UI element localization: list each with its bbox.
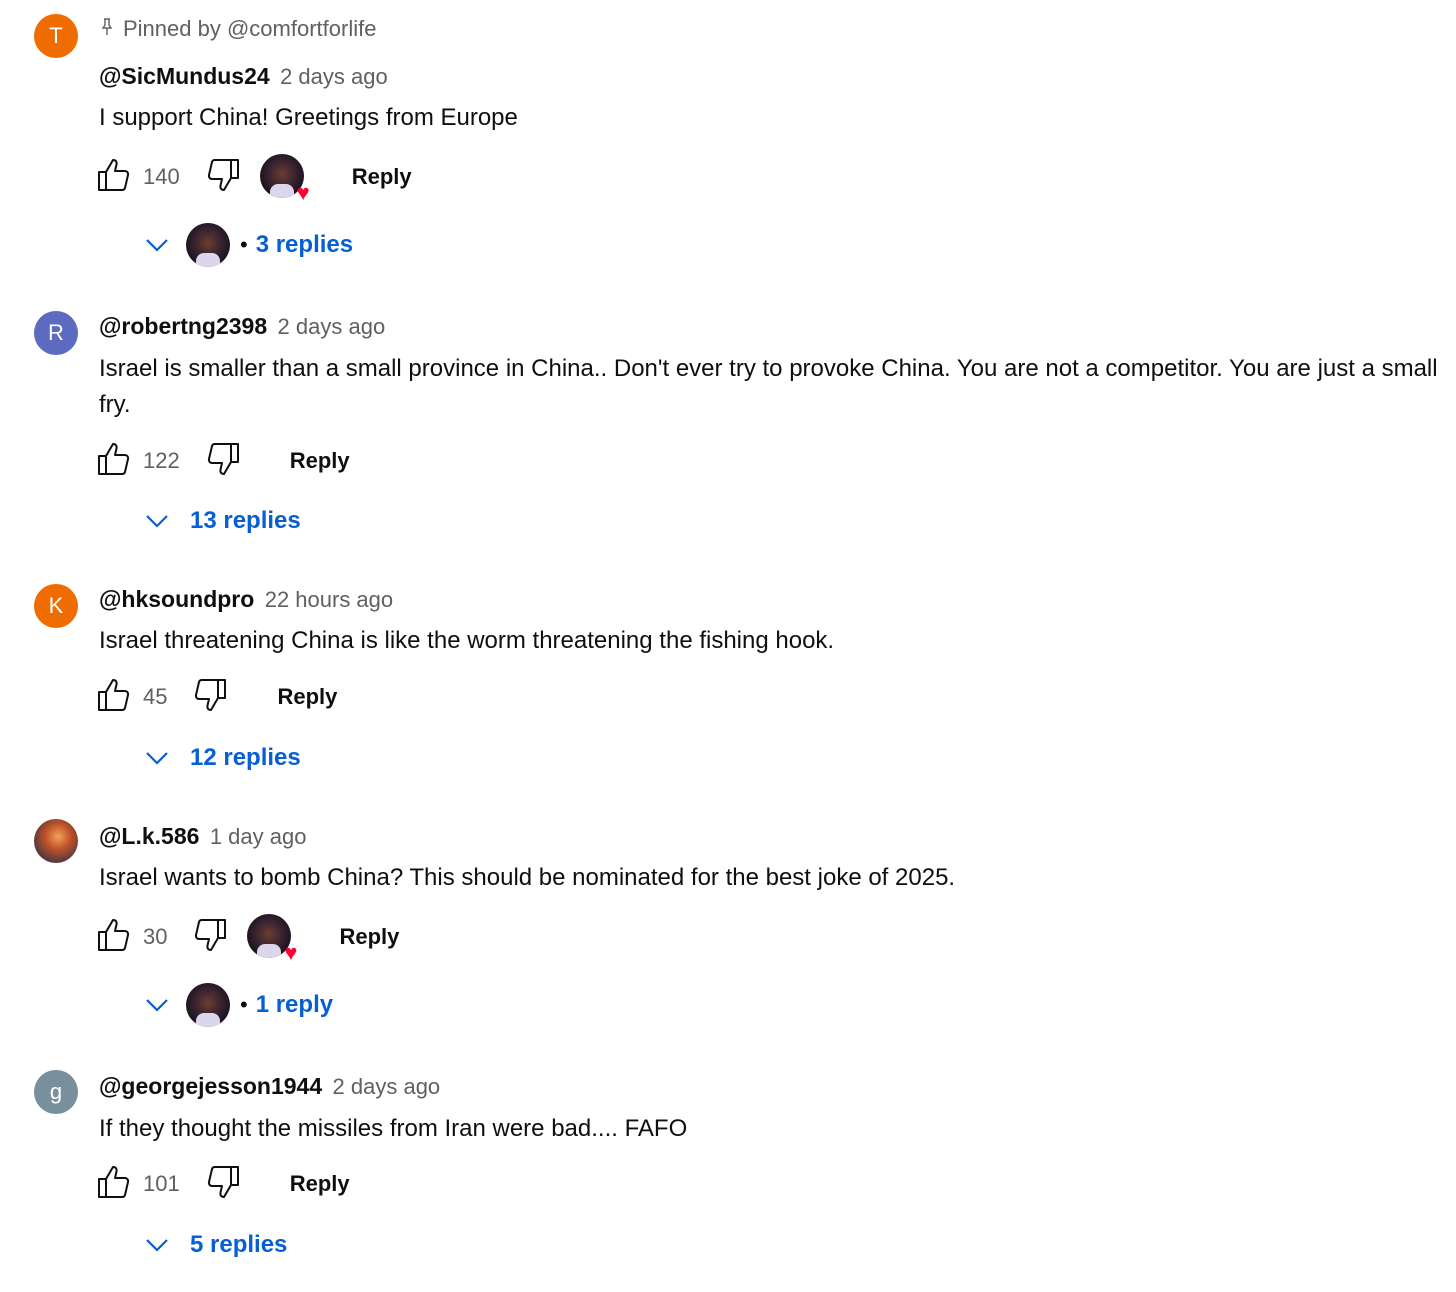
comment-time[interactable]: 2 days ago [280,64,388,89]
comment-author[interactable]: @hksoundpro [99,586,254,612]
avatar[interactable]: R [34,311,78,355]
replies-count[interactable]: 1 reply [256,991,333,1019]
creator-avatar [186,223,230,267]
comment-author[interactable]: @georgejesson1944 [99,1073,322,1099]
thumb-up-icon [96,1164,132,1205]
comment-header: @georgejesson1944 2 days ago [99,1073,440,1100]
reply-button[interactable]: Reply [278,440,362,482]
view-replies-button[interactable]: 5 replies [140,1222,287,1268]
comment-author[interactable]: @robertng2398 [99,313,267,339]
comment-text: Israel is smaller than a small province … [99,355,1438,418]
comment-time[interactable]: 2 days ago [333,1074,441,1099]
replies-count[interactable]: 5 replies [190,1231,287,1259]
comment-header: @L.k.586 1 day ago [99,823,306,850]
chevron-down-icon [140,1228,174,1262]
reply-button[interactable]: Reply [278,1163,362,1205]
replies-count[interactable]: 12 replies [190,744,301,772]
comment-text: I support China! Greetings from Europe [99,104,518,131]
comment-actions: 30 ♥ Reply [95,914,411,964]
thumb-down-icon [205,1164,241,1205]
creator-heart: ♥ [247,914,297,964]
creator-avatar [186,983,230,1027]
comment-actions: 45 Reply [95,674,349,720]
reply-button[interactable]: Reply [340,156,424,198]
thumb-up-icon [96,441,132,482]
avatar[interactable]: T [34,14,78,58]
like-count: 140 [143,164,180,189]
heart-icon: ♥ [284,940,298,965]
comment-header: @SicMundus24 2 days ago [99,63,388,90]
thumb-down-icon [192,917,228,958]
view-replies-button[interactable]: • 3 replies [140,222,353,268]
thumb-up-icon [96,677,132,718]
comment-text: If they thought the missiles from Iran w… [99,1115,688,1142]
avatar[interactable] [34,819,78,863]
like-button[interactable] [95,1165,133,1203]
comment-author[interactable]: @L.k.586 [99,823,199,849]
chevron-down-icon [140,228,174,262]
pinned-indicator: Pinned by @comfortforlife [99,16,376,42]
reply-button[interactable]: Reply [265,676,349,718]
like-count: 45 [143,684,168,709]
pinned-label: Pinned by @comfortforlife [123,16,377,41]
heart-icon: ♥ [296,180,310,205]
comment-time[interactable]: 2 days ago [278,314,386,339]
comment-time[interactable]: 22 hours ago [265,587,393,612]
like-count: 101 [143,1171,180,1196]
separator-dot: • [240,992,248,1017]
like-button[interactable] [95,918,133,956]
comment-header: @hksoundpro 22 hours ago [99,586,393,613]
dislike-button[interactable] [204,158,242,196]
like-button[interactable] [95,442,133,480]
avatar[interactable]: K [34,584,78,628]
dislike-button[interactable] [191,918,229,956]
thumb-down-icon [192,677,228,718]
comment-actions: 140 ♥ Reply [95,154,424,204]
thumb-up-icon [96,917,132,958]
view-replies-button[interactable]: • 1 reply [140,982,333,1028]
dislike-button[interactable] [204,1165,242,1203]
comment-text: Israel threatening China is like the wor… [99,627,835,654]
creator-heart: ♥ [259,154,310,204]
comment-header: @robertng2398 2 days ago [99,313,385,340]
replies-count[interactable]: 3 replies [256,231,353,259]
thumb-down-icon [205,157,241,198]
like-button[interactable] [95,678,133,716]
like-count: 122 [143,448,180,473]
dislike-button[interactable] [204,442,242,480]
comment-author[interactable]: @SicMundus24 [99,63,270,89]
pin-icon [99,16,115,42]
avatar[interactable]: g [34,1070,78,1114]
comment-time[interactable]: 1 day ago [210,824,307,849]
view-replies-button[interactable]: 12 replies [140,735,301,781]
replies-count[interactable]: 13 replies [190,507,301,535]
reply-button[interactable]: Reply [327,916,411,958]
like-count: 30 [143,924,168,949]
view-replies-button[interactable]: 13 replies [140,498,301,544]
comment-text: Israel wants to bomb China? This should … [99,864,956,891]
thumb-up-icon [96,157,132,198]
comment-actions: 122 Reply [95,438,362,484]
comment-actions: 101 Reply [95,1161,362,1207]
chevron-down-icon [140,988,174,1022]
chevron-down-icon [140,504,174,538]
like-button[interactable] [95,158,133,196]
dislike-button[interactable] [191,678,229,716]
separator-dot: • [240,232,248,257]
chevron-down-icon [140,741,174,775]
thumb-down-icon [205,441,241,482]
